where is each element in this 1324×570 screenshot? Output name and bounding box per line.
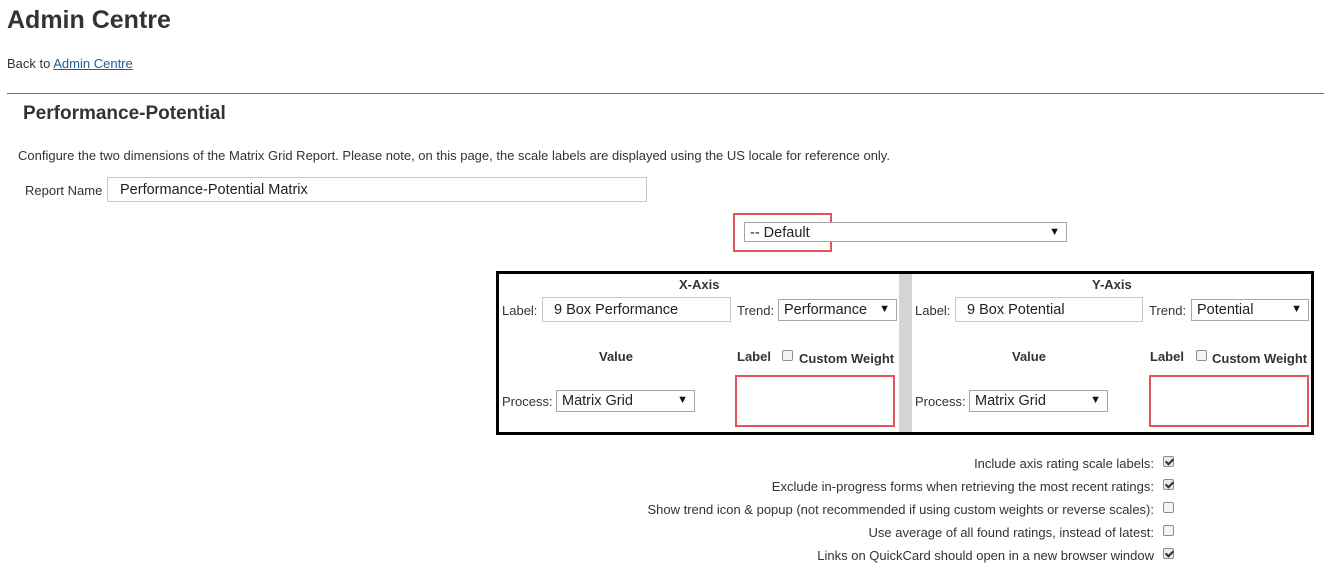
option-exclude-in-progress-checkbox[interactable] — [1163, 479, 1174, 490]
axis-divider — [899, 274, 912, 432]
x-axis-process-caption: Process: — [502, 394, 553, 409]
default-select-value: -- Default — [750, 225, 810, 241]
chevron-down-icon: ▼ — [879, 303, 890, 315]
option-include-scale-labels-checkbox[interactable] — [1163, 456, 1174, 467]
chevron-down-icon: ▼ — [1049, 226, 1060, 238]
x-axis-label-caption: Label: — [502, 303, 538, 318]
chevron-down-icon: ▼ — [1090, 394, 1101, 406]
x-axis-process-value: Matrix Grid — [562, 393, 633, 409]
option-include-scale-labels: Include axis rating scale labels: — [974, 456, 1154, 471]
y-axis-trend-select[interactable]: Potential ▼ — [1191, 299, 1309, 321]
section-description: Configure the two dimensions of the Matr… — [18, 148, 890, 163]
x-axis-process-select[interactable]: Matrix Grid ▼ — [556, 390, 695, 412]
y-axis-process-caption: Process: — [915, 394, 966, 409]
y-axis-process-value: Matrix Grid — [975, 393, 1046, 409]
x-axis-trend-caption: Trend: — [737, 303, 775, 318]
option-exclude-in-progress: Exclude in-progress forms when retrievin… — [771, 479, 1154, 494]
x-axis-custom-weight-checkbox[interactable] — [782, 350, 793, 361]
page-title: Admin Centre — [7, 6, 171, 34]
y-axis-custom-weight-checkbox[interactable] — [1196, 350, 1207, 361]
chevron-down-icon: ▼ — [677, 394, 688, 406]
locale-default-select[interactable]: -- Default ▼ — [744, 222, 1067, 242]
x-axis-custom-weight-label: Custom Weight — [799, 351, 895, 366]
y-axis-trend-caption: Trend: — [1149, 303, 1187, 318]
x-axis-label-input[interactable]: 9 Box Performance — [542, 297, 731, 322]
y-axis-process-select[interactable]: Matrix Grid ▼ — [969, 390, 1108, 412]
x-axis-trend-select[interactable]: Performance ▼ — [778, 299, 897, 321]
y-axis-trend-value: Potential — [1197, 302, 1254, 318]
y-axis-custom-weight-label: Custom Weight — [1212, 351, 1308, 366]
option-show-trend-icon-checkbox[interactable] — [1163, 502, 1174, 513]
report-name-label: Report Name — [25, 183, 103, 198]
x-axis-label-header: Label — [737, 349, 771, 364]
report-name-input[interactable]: Performance-Potential Matrix — [107, 177, 647, 202]
y-axis-label-highlight — [1149, 375, 1309, 427]
y-axis-label-caption: Label: — [915, 303, 951, 318]
option-quickcard-new-window: Links on QuickCard should open in a new … — [817, 548, 1154, 563]
option-quickcard-new-window-checkbox[interactable] — [1163, 548, 1174, 559]
option-use-average-checkbox[interactable] — [1163, 525, 1174, 536]
section-title: Performance-Potential — [23, 103, 226, 124]
chevron-down-icon: ▼ — [1291, 303, 1302, 315]
x-axis-label-highlight — [735, 375, 895, 427]
back-prefix: Back to — [7, 56, 51, 71]
section-divider — [7, 93, 1324, 94]
back-link-row: Back to Admin Centre — [7, 56, 133, 71]
x-axis-title: X-Axis — [679, 277, 720, 292]
y-axis-title: Y-Axis — [1092, 277, 1132, 292]
x-axis-trend-value: Performance — [784, 302, 868, 318]
y-axis-label-header: Label — [1150, 349, 1184, 364]
x-axis-value-header: Value — [599, 349, 633, 364]
option-use-average: Use average of all found ratings, instea… — [868, 525, 1154, 540]
admin-centre-link[interactable]: Admin Centre — [53, 56, 132, 71]
option-show-trend-icon: Show trend icon & popup (not recommended… — [647, 502, 1154, 517]
y-axis-value-header: Value — [1012, 349, 1046, 364]
y-axis-label-input[interactable]: 9 Box Potential — [955, 297, 1143, 322]
